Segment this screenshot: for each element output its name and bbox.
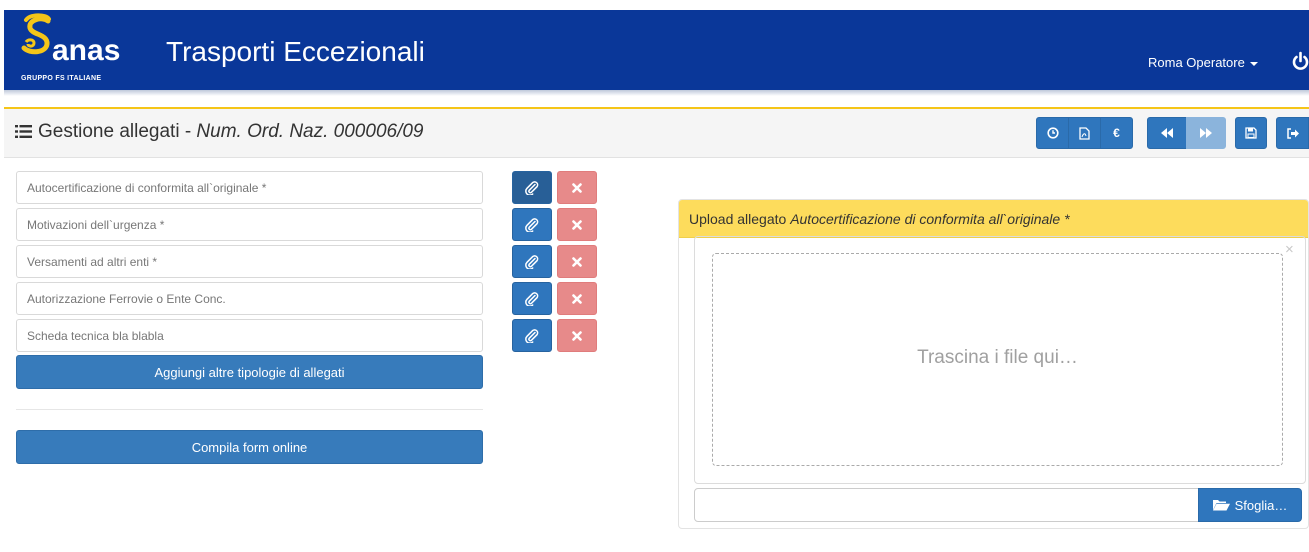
browse-label: Sfoglia…	[1234, 497, 1288, 513]
attach-button-1[interactable]	[512, 171, 552, 204]
online-form-button[interactable]: Compila form online	[16, 430, 483, 464]
next-button[interactable]	[1186, 117, 1226, 149]
file-drop-zone[interactable]: Trascina i file qui…	[712, 253, 1283, 466]
attach-button-4[interactable]	[512, 282, 552, 315]
paperclip-icon	[525, 180, 539, 195]
anas-logo[interactable]: anas GRUPPO FS ITALIANE	[18, 12, 138, 88]
remove-button-4[interactable]	[557, 282, 597, 315]
app-title: Trasporti Eccezionali	[166, 36, 425, 67]
remove-button-3[interactable]	[557, 245, 597, 278]
pdf-icon	[1079, 126, 1090, 140]
attachment-field-2[interactable]: Motivazioni dell`urgenza *	[16, 208, 483, 241]
power-icon[interactable]	[1292, 51, 1309, 71]
upload-heading-label: Upload allegato	[689, 211, 791, 227]
close-icon	[572, 330, 582, 341]
caret-down-icon	[1249, 61, 1258, 66]
app-header: anas GRUPPO FS ITALIANE Trasporti Eccezi…	[4, 10, 1309, 90]
close-icon	[572, 182, 582, 193]
divider	[16, 409, 483, 410]
save-button[interactable]	[1235, 117, 1267, 149]
logo-subtitle: GRUPPO FS ITALIANE	[21, 75, 102, 82]
upload-panel: Upload allegato Autocertificazione di co…	[678, 199, 1309, 529]
clock-icon	[1046, 127, 1059, 139]
file-path-input[interactable]	[694, 488, 1199, 522]
remove-button-2[interactable]	[557, 208, 597, 241]
paperclip-icon	[525, 254, 539, 269]
page-subtitle: Num. Ord. Naz. 000006/09	[196, 121, 424, 142]
upload-heading-document: Autocertificazione di conformita all`ori…	[790, 211, 1070, 227]
forward-icon	[1200, 128, 1212, 138]
user-menu[interactable]: Roma Operatore	[1148, 55, 1258, 70]
header-shadow	[4, 90, 1309, 96]
attach-button-5[interactable]	[512, 319, 552, 352]
attachment-field-5[interactable]: Scheda tecnica bla blabla	[16, 319, 483, 352]
folder-open-icon	[1212, 500, 1230, 511]
logo-word: anas	[52, 34, 121, 67]
close-icon[interactable]: ×	[1285, 241, 1294, 258]
paperclip-icon	[525, 328, 539, 343]
exit-icon	[1286, 127, 1299, 139]
attachment-field-4[interactable]: Autorizzazione Ferrovie o Ente Conc.	[16, 282, 483, 315]
add-attachment-types-button[interactable]: Aggiungi altre tipologie di allegati	[16, 355, 483, 389]
remove-button-1[interactable]	[557, 171, 597, 204]
user-name: Roma Operatore	[1148, 55, 1245, 70]
attachment-field-1[interactable]: Autocertificazione di conformita all`ori…	[16, 171, 483, 204]
history-button[interactable]	[1036, 117, 1069, 149]
payment-button[interactable]: €	[1100, 117, 1133, 149]
close-icon	[572, 256, 582, 267]
save-icon	[1245, 127, 1257, 139]
browse-button[interactable]: Sfoglia…	[1198, 488, 1302, 522]
close-icon	[572, 219, 582, 230]
backward-icon	[1161, 128, 1173, 138]
page-title: Gestione allegati - Num. Ord. Naz. 00000…	[15, 121, 424, 143]
drop-zone-text: Trascina i file qui…	[917, 347, 1078, 368]
attach-button-2[interactable]	[512, 208, 552, 241]
list-icon	[15, 125, 32, 138]
page-title-text: Gestione allegati -	[38, 121, 197, 142]
remove-button-5[interactable]	[557, 319, 597, 352]
euro-icon: €	[1113, 126, 1120, 140]
previous-button[interactable]	[1147, 117, 1187, 149]
anas-s-logo-icon	[21, 13, 51, 55]
attach-button-3[interactable]	[512, 245, 552, 278]
pdf-button[interactable]	[1068, 117, 1101, 149]
paperclip-icon	[525, 291, 539, 306]
close-icon	[572, 293, 582, 304]
paperclip-icon	[525, 217, 539, 232]
upload-heading: Upload allegato Autocertificazione di co…	[679, 200, 1308, 238]
exit-button[interactable]	[1276, 117, 1309, 149]
attachment-field-3[interactable]: Versamenti ad altri enti *	[16, 245, 483, 278]
